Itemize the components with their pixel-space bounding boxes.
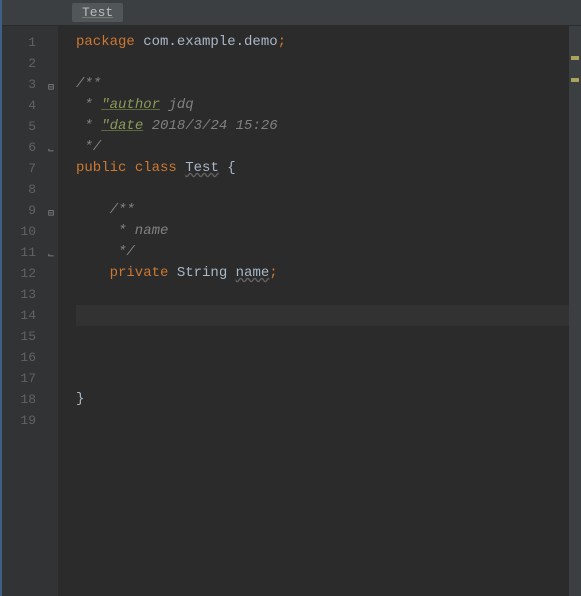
line-number[interactable]: 12 — [2, 263, 58, 284]
brace: } — [76, 391, 84, 407]
line-number[interactable]: 16 — [2, 347, 58, 368]
comment: /** — [76, 76, 101, 92]
comment: * name — [76, 223, 168, 239]
line-number[interactable]: 15 — [2, 326, 58, 347]
code-content[interactable]: package com.example.demo; /** * "author … — [58, 26, 581, 596]
line-number[interactable]: 18 — [2, 389, 58, 410]
code-line[interactable]: * "date 2018/3/24 15:26 — [76, 116, 581, 137]
keyword: public — [76, 160, 126, 176]
fold-start-icon[interactable]: ⊟ — [44, 78, 54, 88]
code-line[interactable]: /** — [76, 200, 581, 221]
scrollbar-track[interactable] — [569, 26, 581, 596]
javadoc-value: 2018/3/24 15:26 — [143, 118, 277, 134]
code-line[interactable] — [76, 347, 581, 368]
line-number[interactable]: 11⌙ — [2, 242, 58, 263]
line-number[interactable]: 19 — [2, 410, 58, 431]
code-line-current[interactable] — [76, 305, 581, 326]
fold-end-icon[interactable]: ⌙ — [44, 141, 54, 151]
field-name: name — [236, 265, 270, 281]
code-line[interactable]: public class Test { — [76, 158, 581, 179]
package-name: com.example.demo — [135, 34, 278, 50]
keyword: private — [76, 265, 177, 281]
javadoc-tag: "author — [101, 97, 160, 113]
javadoc-tag: "date — [101, 118, 143, 134]
file-tab-test[interactable]: Test — [72, 3, 123, 22]
line-number[interactable]: 14 — [2, 305, 58, 326]
semicolon: ; — [278, 34, 286, 50]
line-number[interactable]: 10 — [2, 221, 58, 242]
code-line[interactable]: * name — [76, 221, 581, 242]
line-number[interactable]: 17 — [2, 368, 58, 389]
line-number[interactable]: 13 — [2, 284, 58, 305]
code-line[interactable] — [76, 410, 581, 431]
code-line[interactable]: */ — [76, 242, 581, 263]
line-number[interactable]: 7 — [2, 158, 58, 179]
code-line[interactable] — [76, 326, 581, 347]
line-number-gutter[interactable]: 1 2 3⊟ 4 5 6⌙ 7 8 9⊟ 10 11⌙ 12 13 14 15 … — [2, 26, 58, 596]
line-number[interactable]: 3⊟ — [2, 74, 58, 95]
keyword: class — [126, 160, 185, 176]
comment: */ — [76, 139, 101, 155]
line-number[interactable]: 2 — [2, 53, 58, 74]
javadoc-value: jdq — [160, 97, 194, 113]
line-number[interactable]: 6⌙ — [2, 137, 58, 158]
comment: * — [76, 97, 101, 113]
warning-stripe[interactable] — [571, 78, 579, 82]
code-area: 1 2 3⊟ 4 5 6⌙ 7 8 9⊟ 10 11⌙ 12 13 14 15 … — [2, 26, 581, 596]
code-line[interactable]: /** — [76, 74, 581, 95]
code-line[interactable] — [76, 53, 581, 74]
line-number[interactable]: 1 — [2, 32, 58, 53]
code-line[interactable]: * "author jdq — [76, 95, 581, 116]
fold-end-icon[interactable]: ⌙ — [44, 246, 54, 256]
code-line[interactable]: private String name; — [76, 263, 581, 284]
code-line[interactable] — [76, 179, 581, 200]
line-number[interactable]: 5 — [2, 116, 58, 137]
comment: /** — [76, 202, 135, 218]
comment: * — [76, 118, 101, 134]
fold-start-icon[interactable]: ⊟ — [44, 204, 54, 214]
line-number[interactable]: 9⊟ — [2, 200, 58, 221]
code-line[interactable] — [76, 284, 581, 305]
code-line[interactable]: package com.example.demo; — [76, 32, 581, 53]
warning-stripe[interactable] — [571, 56, 579, 60]
comment: */ — [76, 244, 135, 260]
tab-bar: Test — [2, 0, 581, 26]
keyword: package — [76, 34, 135, 50]
editor-window: Test 1 2 3⊟ 4 5 6⌙ 7 8 9⊟ 10 11⌙ 12 13 1… — [0, 0, 581, 596]
brace: { — [219, 160, 236, 176]
code-line[interactable]: */ — [76, 137, 581, 158]
class-name: Test — [185, 160, 219, 176]
type: String — [177, 265, 236, 281]
line-number[interactable]: 4 — [2, 95, 58, 116]
code-line[interactable]: } — [76, 389, 581, 410]
line-number[interactable]: 8 — [2, 179, 58, 200]
semicolon: ; — [269, 265, 277, 281]
code-line[interactable] — [76, 368, 581, 389]
